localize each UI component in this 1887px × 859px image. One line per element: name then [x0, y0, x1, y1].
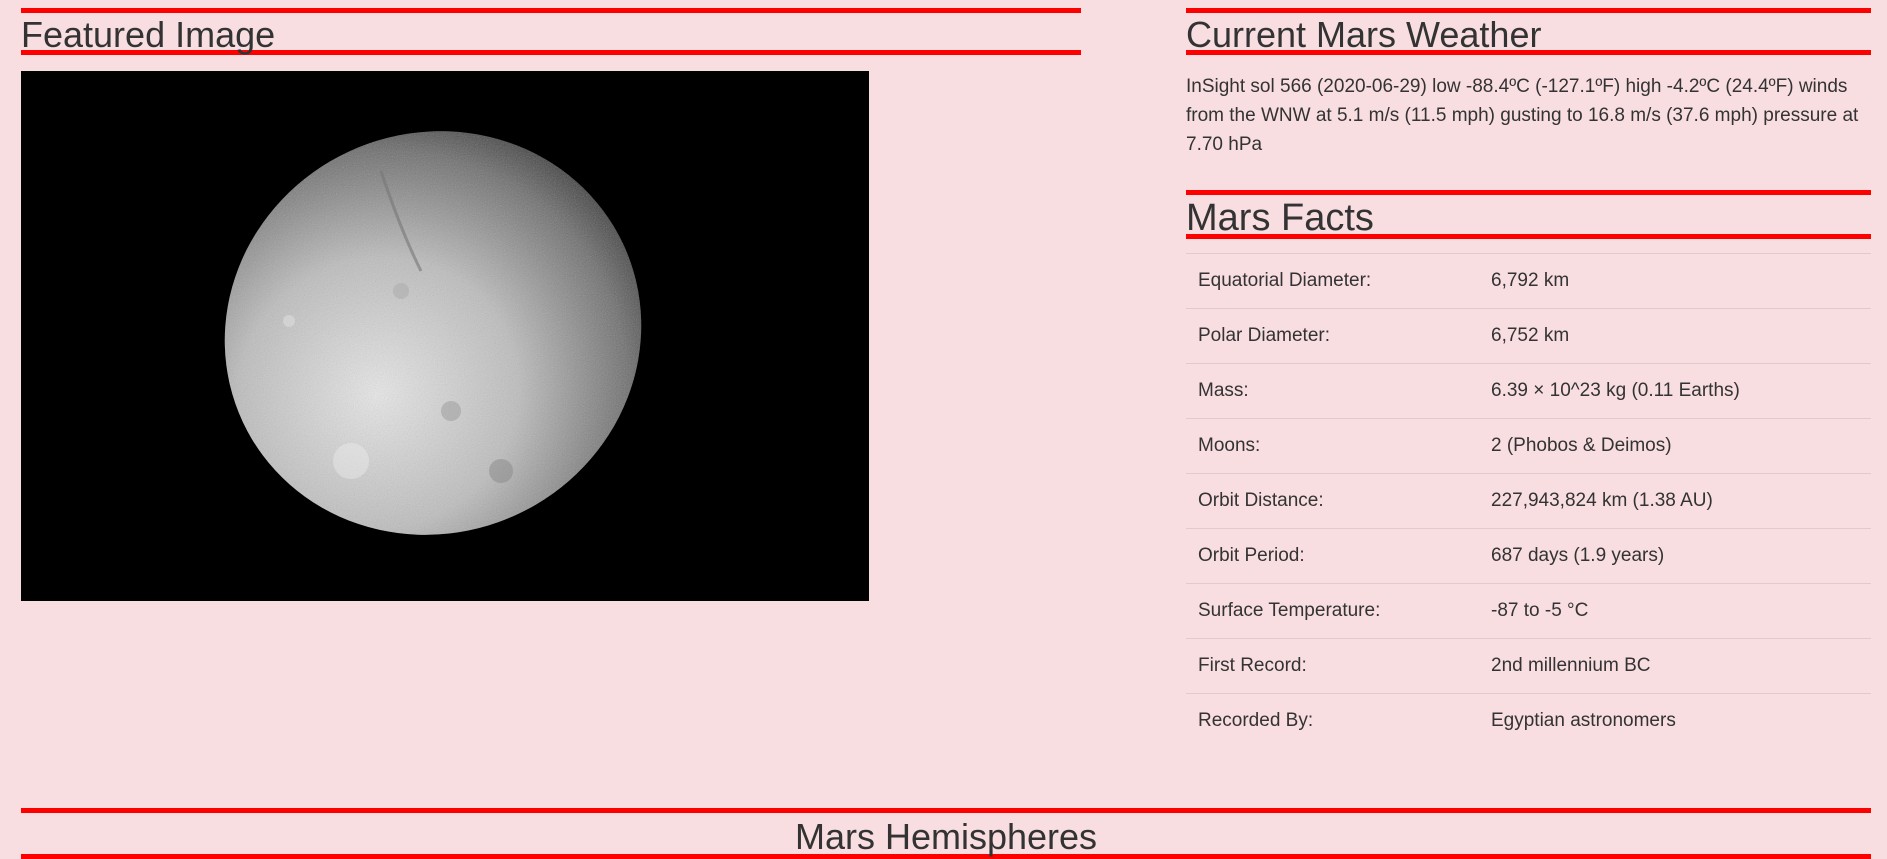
table-row: Orbit Distance: 227,943,824 km (1.38 AU) [1186, 473, 1871, 529]
fact-label: Mass: [1186, 363, 1479, 419]
fact-value: 6,792 km [1479, 253, 1871, 309]
table-row: Mass: 6.39 × 10^23 kg (0.11 Earths) [1186, 363, 1871, 419]
fact-label: First Record: [1186, 638, 1479, 694]
mars-facts-table: Equatorial Diameter: 6,792 km Polar Diam… [1186, 253, 1871, 748]
fact-value: 6.39 × 10^23 kg (0.11 Earths) [1479, 363, 1871, 419]
mars-weather-text: InSight sol 566 (2020-06-29) low -88.4ºC… [1186, 76, 1859, 155]
fact-value: 2 (Phobos & Deimos) [1479, 418, 1871, 474]
fact-value: -87 to -5 °C [1479, 583, 1871, 639]
mars-weather-heading: Current Mars Weather [1186, 8, 1871, 55]
fact-value: 2nd millennium BC [1479, 638, 1871, 694]
table-row: Recorded By: Egyptian astronomers [1186, 693, 1871, 748]
fact-value: 687 days (1.9 years) [1479, 528, 1871, 584]
table-row: First Record: 2nd millennium BC [1186, 638, 1871, 694]
fact-value: Egyptian astronomers [1479, 693, 1871, 748]
table-row: Polar Diameter: 6,752 km [1186, 308, 1871, 364]
fact-label: Orbit Distance: [1186, 473, 1479, 529]
fact-label: Moons: [1186, 418, 1479, 474]
mars-hemispheres-heading: Mars Hemispheres [21, 808, 1871, 859]
fact-label: Recorded By: [1186, 693, 1479, 748]
table-row: Equatorial Diameter: 6,792 km [1186, 253, 1871, 309]
fact-label: Polar Diameter: [1186, 308, 1479, 364]
mars-facts-heading: Mars Facts [1186, 190, 1871, 239]
fact-label: Surface Temperature: [1186, 583, 1479, 639]
moon-photo [21, 71, 869, 601]
featured-image-heading: Featured Image [21, 8, 1081, 55]
fact-value: 6,752 km [1479, 308, 1871, 364]
featured-image[interactable] [21, 71, 869, 601]
table-row: Surface Temperature: -87 to -5 °C [1186, 583, 1871, 639]
table-row: Orbit Period: 687 days (1.9 years) [1186, 528, 1871, 584]
fact-label: Equatorial Diameter: [1186, 253, 1479, 309]
fact-value: 227,943,824 km (1.38 AU) [1479, 473, 1871, 529]
table-row: Moons: 2 (Phobos & Deimos) [1186, 418, 1871, 474]
page: Featured Image Current Mars Weather InSi… [0, 0, 1887, 859]
fact-label: Orbit Period: [1186, 528, 1479, 584]
